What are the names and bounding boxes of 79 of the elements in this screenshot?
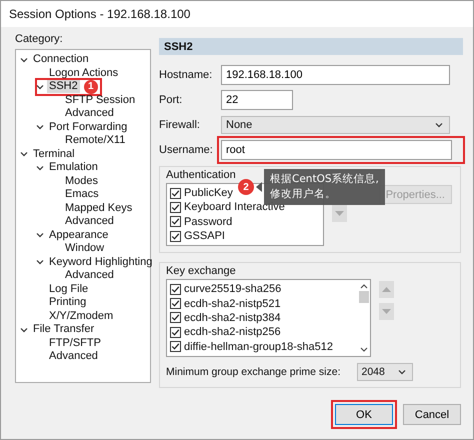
list-item[interactable]: GSSAPI xyxy=(184,230,225,242)
chevron-icon[interactable] xyxy=(20,326,28,333)
list-item[interactable]: ecdh-sha2-nistp521 xyxy=(184,298,281,310)
tree-item[interactable]: Advanced xyxy=(63,269,116,282)
tree-item[interactable]: Log File xyxy=(47,282,90,296)
checkbox[interactable] xyxy=(170,341,181,352)
list-item[interactable]: ecdh-sha2-nistp256 xyxy=(184,326,281,338)
checkbox[interactable] xyxy=(170,326,181,338)
category-label: Category: xyxy=(15,33,64,45)
field-label: Minimum group exchange prime size: xyxy=(166,366,340,378)
tree-item[interactable]: Advanced xyxy=(63,107,116,120)
field-label: Hostname: xyxy=(159,69,214,81)
tree-item[interactable]: Connection xyxy=(31,53,91,66)
tree-item[interactable]: Printing xyxy=(47,296,88,310)
triangle-down-icon xyxy=(335,211,344,216)
tree-item[interactable]: Mapped Keys xyxy=(63,202,134,215)
input-field[interactable]: 192.168.18.100 xyxy=(221,65,450,85)
dialog-button[interactable]: Cancel xyxy=(403,404,461,425)
tree-item[interactable]: Logon Actions xyxy=(47,66,120,80)
scroll-down-icon[interactable] xyxy=(360,346,368,352)
scroll-up-icon[interactable] xyxy=(360,284,368,290)
section-header: SSH2 xyxy=(159,38,463,55)
tree-item[interactable]: Keyword Highlighting xyxy=(47,256,154,269)
tree-item[interactable]: Modes xyxy=(63,174,100,188)
group-title: Key exchange xyxy=(166,265,236,278)
chevron-icon[interactable] xyxy=(435,122,443,128)
tooltip-text: 修改用户名。 xyxy=(270,187,337,202)
window-title: Session Options - 192.168.18.100 xyxy=(9,7,190,21)
tree-item[interactable]: Port Forwarding xyxy=(47,120,130,134)
list-item[interactable]: Keyboard Interactive xyxy=(184,201,285,214)
firewall-dropdown[interactable]: None xyxy=(221,116,450,134)
tree-item[interactable]: Advanced xyxy=(47,350,100,364)
tree-item[interactable]: Emulation xyxy=(47,161,100,174)
field-label: Port: xyxy=(159,94,184,106)
checkbox[interactable] xyxy=(170,298,181,310)
tooltip-pointer-icon xyxy=(256,182,262,192)
field-label: Username: xyxy=(159,144,214,156)
chevron-icon[interactable] xyxy=(398,368,406,375)
tree-item[interactable]: Remote/X11 xyxy=(63,134,128,148)
triangle-down-icon xyxy=(382,309,391,314)
tree-item[interactable]: FTP/SFTP xyxy=(47,336,103,350)
chevron-icon[interactable] xyxy=(20,56,28,63)
list-item[interactable]: diffie-hellman-group18-sha512 xyxy=(184,340,334,353)
chevron-icon[interactable] xyxy=(36,124,44,130)
checkbox[interactable] xyxy=(170,202,181,213)
tree-item[interactable]: SFTP Session xyxy=(63,94,138,107)
checkbox[interactable] xyxy=(170,188,181,199)
checkbox[interactable] xyxy=(170,230,181,242)
input-field[interactable]: root xyxy=(221,140,452,160)
tree-item[interactable]: X/Y/Zmodem xyxy=(47,310,116,323)
tree-item[interactable]: Appearance xyxy=(47,228,110,242)
list-item[interactable]: PublicKey xyxy=(184,187,233,200)
chevron-icon[interactable] xyxy=(36,84,44,90)
list-item[interactable]: Password xyxy=(184,216,232,228)
checkbox[interactable] xyxy=(170,312,181,324)
chevron-icon[interactable] xyxy=(20,151,28,158)
prime-size-dropdown[interactable]: 2048 xyxy=(356,362,412,381)
tree-item[interactable]: Emacs xyxy=(63,188,101,202)
list-item[interactable]: ecdh-sha2-nistp384 xyxy=(184,312,281,324)
scrollbar-thumb[interactable] xyxy=(359,291,369,304)
checkbox[interactable] xyxy=(170,216,181,228)
tree-item[interactable]: Window xyxy=(63,242,106,256)
chevron-icon[interactable] xyxy=(36,232,44,238)
step-badge: 1 xyxy=(84,80,98,94)
field-label: Firewall: xyxy=(159,119,201,131)
tooltip-text: 根据CentOS系统信息, xyxy=(270,172,379,187)
tree-item[interactable]: SSH2 xyxy=(47,80,80,94)
checkbox[interactable] xyxy=(170,284,181,295)
list-item[interactable]: curve25519-sha256 xyxy=(184,283,282,296)
group-title: Authentication xyxy=(166,169,236,181)
tree-item[interactable]: Terminal xyxy=(31,148,77,161)
triangle-up-icon xyxy=(382,287,391,292)
tree-item[interactable]: File Transfer xyxy=(31,323,96,336)
input-field[interactable]: 22 xyxy=(221,90,293,110)
step-badge: 2 xyxy=(238,179,254,195)
dialog-button[interactable]: OK xyxy=(335,404,393,425)
tree-item[interactable]: Advanced xyxy=(63,215,116,228)
chevron-icon[interactable] xyxy=(36,164,44,171)
chevron-icon[interactable] xyxy=(36,259,44,266)
